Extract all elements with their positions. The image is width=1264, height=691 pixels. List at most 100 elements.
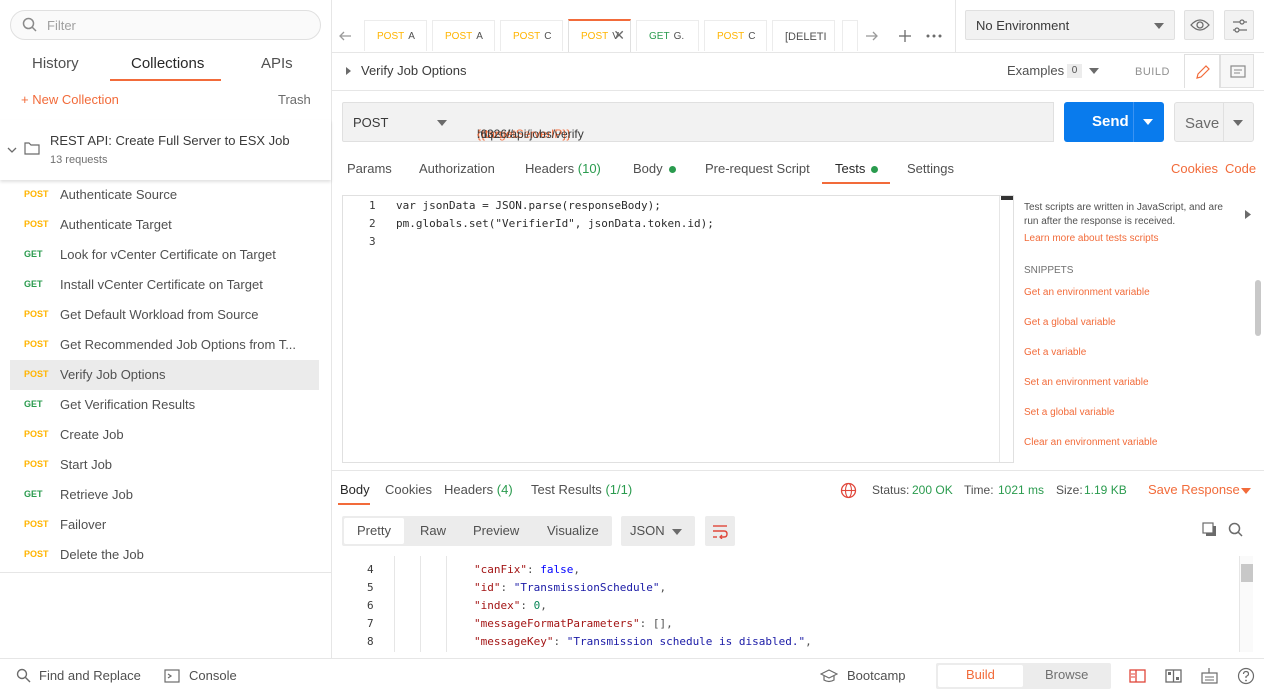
- filter-input[interactable]: Filter: [10, 10, 321, 40]
- build-mode-button[interactable]: Build: [966, 667, 995, 682]
- browse-mode-button[interactable]: Browse: [1045, 667, 1088, 682]
- chevron-down-icon[interactable]: [1233, 119, 1243, 127]
- save-button[interactable]: Save: [1174, 102, 1254, 142]
- close-icon[interactable]: ✕: [613, 27, 625, 44]
- format-visualize[interactable]: Visualize: [547, 523, 599, 538]
- sidebar-request-item[interactable]: GET Retrieve Job: [10, 480, 319, 510]
- more-icon[interactable]: [925, 33, 943, 39]
- trash-button[interactable]: Trash: [278, 92, 311, 107]
- snippet-link[interactable]: Get a variable: [1024, 347, 1086, 358]
- request-tab[interactable]: POST A: [364, 20, 427, 51]
- sidebar-request-item[interactable]: GET Install vCenter Certificate on Target: [10, 270, 319, 300]
- tab-history[interactable]: History: [32, 55, 79, 72]
- globe-icon[interactable]: [840, 482, 857, 499]
- chevron-down-icon[interactable]: [1143, 118, 1153, 126]
- tab-authorization[interactable]: Authorization: [419, 161, 495, 176]
- new-collection-button[interactable]: + New Collection: [21, 92, 119, 107]
- method-select[interactable]: POST: [342, 102, 458, 142]
- search-icon[interactable]: [16, 668, 32, 684]
- wrap-button[interactable]: [705, 516, 735, 546]
- console-button[interactable]: Console: [189, 668, 237, 683]
- code-link[interactable]: Code: [1225, 161, 1256, 176]
- snippet-link[interactable]: Get an environment variable: [1024, 287, 1150, 298]
- chevron-down-icon[interactable]: [1089, 67, 1099, 75]
- response-tab-cookies[interactable]: Cookies: [385, 482, 432, 497]
- learn-more-link[interactable]: Learn more about tests scripts: [1024, 233, 1159, 244]
- tab-pre-request-script[interactable]: Pre-request Script: [705, 161, 810, 176]
- sidebar-request-item[interactable]: POST Verify Job Options: [10, 360, 319, 390]
- keyboard-icon[interactable]: [1201, 667, 1218, 684]
- tab-headers[interactable]: Headers (10): [525, 161, 601, 176]
- sidebar-request-item[interactable]: POST Start Job: [10, 450, 319, 480]
- language-select[interactable]: JSON: [621, 516, 695, 546]
- json-punct: ,: [573, 563, 580, 576]
- caret-right-icon[interactable]: [1245, 210, 1251, 219]
- snippet-link[interactable]: Set an environment variable: [1024, 377, 1149, 388]
- bootcamp-button[interactable]: Bootcamp: [847, 668, 906, 683]
- edit-button[interactable]: [1184, 54, 1220, 88]
- sidebar-request-item[interactable]: POST Failover: [10, 510, 319, 540]
- chevron-down-icon[interactable]: [6, 144, 18, 156]
- request-tab[interactable]: POST V ✕: [568, 19, 631, 52]
- examples-label[interactable]: Examples: [1007, 63, 1064, 78]
- caret-right-icon[interactable]: [345, 66, 353, 76]
- sidebar-request-item[interactable]: GET Get Verification Results: [10, 390, 319, 420]
- sidebar-request-item[interactable]: POST Create Job: [10, 420, 319, 450]
- help-icon[interactable]: [1237, 667, 1255, 685]
- cookies-link[interactable]: Cookies: [1171, 161, 1218, 176]
- bootcamp-icon[interactable]: [820, 668, 838, 684]
- request-tab[interactable]: POST C: [500, 20, 563, 51]
- tab-params[interactable]: Params: [347, 161, 392, 176]
- editor-scrollbar[interactable]: [999, 196, 1013, 462]
- environment-select[interactable]: No Environment: [965, 10, 1175, 40]
- snippet-link[interactable]: Clear an environment variable: [1024, 437, 1157, 448]
- json-key: "messageKey": [474, 635, 554, 648]
- tab-settings[interactable]: Settings: [907, 161, 954, 176]
- two-pane-icon[interactable]: [1129, 668, 1146, 684]
- settings-button[interactable]: [1224, 10, 1254, 40]
- save-response-button[interactable]: Save Response: [1148, 482, 1240, 497]
- scroll-thumb[interactable]: [1241, 564, 1253, 582]
- sidebar-request-item[interactable]: POST Get Default Workload from Source: [10, 300, 319, 330]
- sidebar-request-item[interactable]: GET Look for vCenter Certificate on Targe…: [10, 240, 319, 270]
- arrow-right-icon[interactable]: [864, 28, 880, 44]
- format-pretty[interactable]: Pretty: [357, 523, 391, 538]
- layout-icon[interactable]: [1165, 668, 1182, 684]
- sidebar-request-item[interactable]: POST Get Recommended Job Options from T..…: [10, 330, 319, 360]
- console-icon[interactable]: [164, 668, 180, 684]
- tab-tests[interactable]: Tests: [835, 161, 879, 176]
- tab-apis[interactable]: APIs: [261, 55, 293, 72]
- search-icon[interactable]: [1228, 522, 1244, 538]
- request-tab[interactable]: [DELETI: [772, 20, 835, 51]
- copy-icon[interactable]: [1202, 522, 1218, 538]
- scroll-thumb[interactable]: [1001, 196, 1013, 200]
- send-button[interactable]: Send: [1064, 102, 1164, 142]
- format-raw[interactable]: Raw: [420, 523, 446, 538]
- response-tab-test-results[interactable]: Test Results (1/1): [531, 482, 632, 497]
- comments-button[interactable]: [1220, 54, 1254, 88]
- tests-editor[interactable]: 1 var jsonData = JSON.parse(responseBody)…: [342, 195, 1014, 463]
- chevron-down-icon[interactable]: [1241, 487, 1251, 495]
- tab-body[interactable]: Body: [633, 161, 676, 176]
- plus-icon[interactable]: [896, 27, 914, 45]
- snippet-link[interactable]: Set a global variable: [1024, 407, 1115, 418]
- sidebar-request-item[interactable]: POST Authenticate Target: [10, 210, 319, 240]
- find-replace-button[interactable]: Find and Replace: [39, 668, 141, 683]
- arrow-left-icon[interactable]: [337, 28, 353, 44]
- request-tab[interactable]: POST A: [432, 20, 495, 51]
- sidebar-request-item[interactable]: POST Authenticate Source: [10, 180, 319, 210]
- format-preview[interactable]: Preview: [473, 523, 519, 538]
- response-scrollbar[interactable]: [1239, 556, 1253, 652]
- collection-header[interactable]: REST API: Create Full Server to ESX Job …: [0, 120, 331, 180]
- request-tab[interactable]: GET G.: [636, 20, 699, 51]
- snippet-link[interactable]: Get a global variable: [1024, 317, 1116, 328]
- snippets-scrollbar[interactable]: [1255, 280, 1261, 336]
- sidebar-request-item[interactable]: POST Delete the Job: [10, 540, 319, 570]
- request-tab[interactable]: POST C: [704, 20, 767, 51]
- response-tab-headers[interactable]: Headers (4): [444, 482, 513, 497]
- response-tab-body[interactable]: Body: [340, 482, 370, 497]
- response-body[interactable]: 4 "canFix": false, 5 "id": "TransmissionSch…: [342, 556, 1254, 652]
- url-input[interactable]: https://{{targetServerIP}}:6326/api/jobs…: [457, 102, 1054, 142]
- eye-button[interactable]: [1184, 10, 1214, 40]
- tab-collections[interactable]: Collections: [131, 55, 204, 72]
